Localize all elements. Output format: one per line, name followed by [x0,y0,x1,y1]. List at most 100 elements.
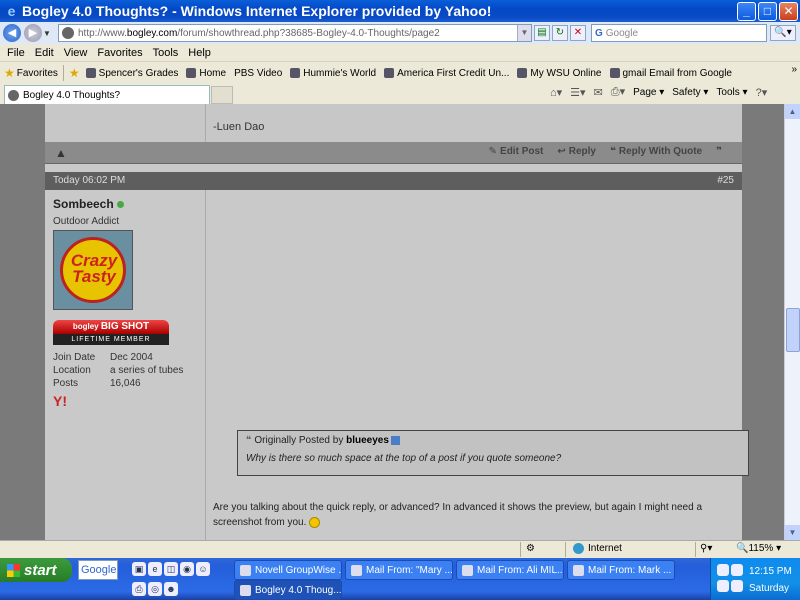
new-tab-button[interactable] [211,86,233,104]
tab-bogley[interactable]: Bogley 4.0 Thoughts? [4,85,210,104]
address-bar: ◀ ▶ ▼ http://www. bogley.com/forum/showth… [0,22,800,44]
fav-link[interactable]: My WSU Online [517,68,602,79]
tray-expand-icon[interactable] [717,564,729,576]
compatibility-icon[interactable]: ▤ [534,25,550,41]
user-title: Outdoor Addict [53,216,120,227]
tray-volume-icon[interactable] [731,580,743,592]
forward-button[interactable]: ▶ [24,24,42,42]
app-quicklaunch-icon[interactable]: ◫ [164,562,178,576]
view-post-icon[interactable] [390,435,400,445]
messenger-quicklaunch-icon[interactable]: ☺ [196,562,210,576]
report-post-icon[interactable]: ▲ [55,146,67,160]
zoom-level[interactable]: 🔍115% ▾ [736,543,781,554]
page-menu[interactable]: Page ▾ [633,87,664,98]
tools-menu[interactable]: Tools ▾ [716,87,747,98]
fav-link[interactable]: gmail Email from Google [609,68,732,79]
scroll-down-icon[interactable]: ▼ [785,525,800,540]
post-number[interactable]: #25 [717,175,734,186]
title-bar: e Bogley 4.0 Thoughts? - Windows Interne… [0,0,800,22]
quote-text: Why is there so much space at the top of… [246,453,562,464]
quote-prefix: Originally Posted by [254,435,344,446]
reply-button[interactable]: ↩ Reply [557,146,596,157]
fav-link[interactable]: America First Credit Un... [384,68,509,79]
feeds-icon[interactable]: ☰▾ [570,86,585,99]
tray-network-icon[interactable] [717,580,729,592]
globe-icon [573,543,584,554]
minimize-button[interactable]: _ [737,2,756,21]
reply-with-quote-button[interactable]: ❝ Reply With Quote [610,146,702,157]
page-icon [384,68,395,78]
safety-menu[interactable]: Safety ▾ [672,87,708,98]
tab-bar: Bogley 4.0 Thoughts? ⌂▾ ☰▾ ✉ ⎙▾ Page ▾ S… [0,84,800,104]
app-icon [240,564,251,576]
menu-help[interactable]: Help [183,47,216,59]
stat-key: Join Date [53,352,96,363]
scroll-thumb[interactable] [786,308,800,352]
page-content: -Luen Dao ▲ ✎ Edit Post ↩ Reply ❝ Reply Wit… [0,104,784,540]
stat-row: Posts 16,046 [53,377,183,390]
refresh-icon[interactable]: ↻ [552,25,568,41]
back-button[interactable]: ◀ [3,24,21,42]
favorites-star-icon: ★ [4,66,15,80]
url-prefix: http://www. [78,27,127,39]
fav-link[interactable]: Home [186,68,226,79]
taskbar-button-mail-3[interactable]: Mail From: Mark ... [567,560,675,580]
close-button[interactable]: ✕ [779,2,798,21]
menu-edit[interactable]: Edit [30,47,59,59]
page-icon [517,68,528,78]
avatar[interactable]: Crazy Tasty [53,230,133,310]
privacy-icon[interactable]: ⚙ [526,543,535,554]
status-divider [520,542,521,557]
taskbar-button-ie[interactable]: Bogley 4.0 Thoug... [234,580,342,600]
menu-favorites[interactable]: Favorites [92,47,147,59]
show-desktop-icon[interactable]: ▣ [132,562,146,576]
home-icon[interactable]: ⌂▾ [550,86,562,99]
search-button[interactable]: 🔍▾ [770,25,796,41]
google-toolbar-input[interactable]: Google [78,560,118,580]
add-favorite-icon[interactable]: ★ [69,66,80,80]
start-button[interactable]: start [0,558,72,582]
taskbar-button-groupwise[interactable]: Novell GroupWise ... [234,560,342,580]
fav-link[interactable]: Hummie's World [290,68,376,79]
print-icon[interactable]: ⎙▾ [611,85,625,99]
vertical-scrollbar[interactable]: ▲ ▼ [784,104,800,540]
online-status-icon [116,201,124,208]
username[interactable]: Sombeech [53,197,124,211]
media-quicklaunch-icon[interactable]: ◎ [148,582,162,596]
protected-mode-icon[interactable]: ⚲▾ [700,543,712,554]
menu-tools[interactable]: Tools [148,47,184,59]
window-controls: _ □ ✕ [737,2,798,21]
multi-quote-icon[interactable]: ❞ [716,146,722,157]
menu-file[interactable]: File [2,47,30,59]
stop-icon[interactable]: ✕ [570,25,586,41]
clock-time[interactable]: 12:15 PM [749,566,792,577]
badge-brand: bogley [72,322,99,331]
page-icon [609,68,620,78]
printer-quicklaunch-icon[interactable]: ⎙ [132,582,146,596]
firefox-quicklaunch-icon[interactable]: ◉ [180,562,194,576]
menu-view[interactable]: View [59,47,93,59]
favorites-overflow-icon[interactable]: » [791,64,797,75]
favorites-button[interactable]: Favorites [17,68,58,79]
badge-top: bogley BIG SHOT [53,320,169,334]
fav-link[interactable]: Spencer's Grades [85,68,178,79]
mail-icon[interactable]: ✉ [594,86,603,99]
history-dropdown[interactable]: ▼ [42,29,52,38]
fav-link[interactable]: PBS Video [234,68,282,79]
taskbar-button-mail-1[interactable]: Mail From: "Mary ... [345,560,453,580]
smiley-quicklaunch-icon[interactable]: ☻ [164,582,178,596]
favorites-divider [62,65,64,81]
edit-post-button[interactable]: ✎ Edit Post [489,146,544,157]
url-input[interactable]: http://www. bogley.com/forum/showthread.p… [58,24,532,42]
url-dropdown-icon[interactable]: ▼ [517,25,531,41]
post-message-text: Are you talking about the quick reply, o… [213,502,703,528]
ie-quicklaunch-icon[interactable]: e [148,562,162,576]
search-input[interactable]: G Google [591,24,767,42]
tray-app-icon[interactable] [731,564,743,576]
maximize-button[interactable]: □ [758,2,777,21]
help-icon[interactable]: ?▾ [756,86,768,99]
taskbar-button-mail-2[interactable]: Mail From: Ali MIL... [456,560,564,580]
scroll-up-icon[interactable]: ▲ [785,104,800,119]
yahoo-messenger-icon[interactable]: Y! [53,393,67,409]
task-label: Novell GroupWise ... [255,564,342,576]
